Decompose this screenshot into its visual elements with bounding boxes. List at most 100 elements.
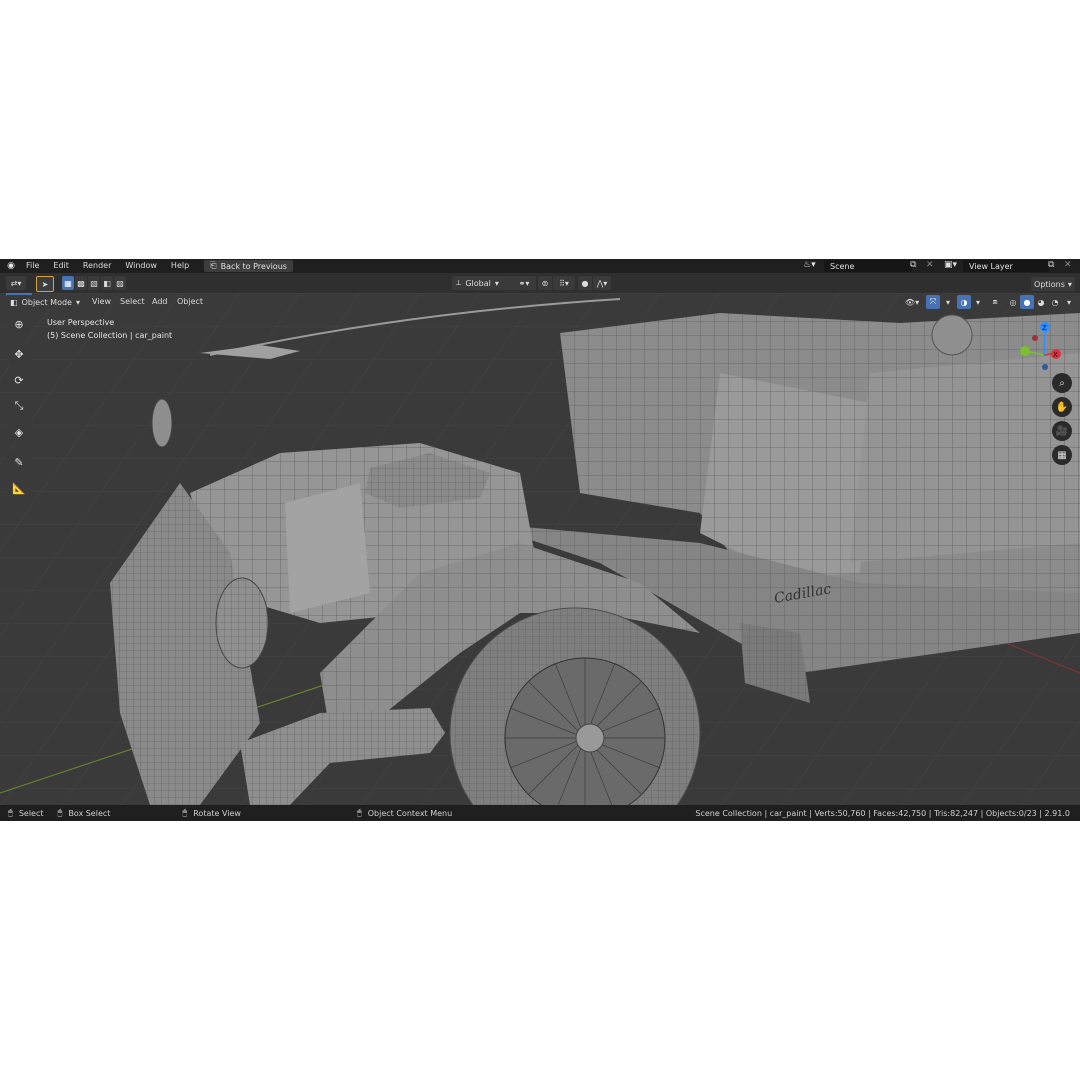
perspective-grid-icon[interactable]: ▦ bbox=[1052, 445, 1072, 465]
move-icon: ✥ bbox=[14, 347, 24, 361]
menu-edit[interactable]: Edit bbox=[46, 259, 76, 273]
perspective-label: User Perspective bbox=[47, 318, 115, 327]
new-scene-icon[interactable]: ⧉ bbox=[910, 260, 916, 270]
gizmo-x-label: X bbox=[1053, 351, 1058, 359]
gizmo-dropdown-icon[interactable]: ▾ bbox=[941, 295, 955, 309]
viewport-header: ◧ Object Mode ▾ View Select Add Object 👁… bbox=[0, 277, 1080, 311]
scale-icon: ⤡ bbox=[14, 399, 24, 412]
remove-scene-icon[interactable]: ✕ bbox=[926, 260, 934, 270]
crosshair-icon: ⊕ bbox=[14, 317, 24, 331]
chevron-down-icon: ▾ bbox=[1067, 279, 1072, 289]
menu-window[interactable]: Window bbox=[118, 259, 164, 273]
mode-invert-icon[interactable]: ◧ bbox=[101, 276, 113, 290]
select-menu[interactable]: Select bbox=[120, 297, 145, 306]
pan-hand-icon[interactable]: ✋ bbox=[1052, 397, 1072, 417]
transform-icon: ◈ bbox=[14, 425, 24, 439]
visibility-icon[interactable]: 👁▾ bbox=[900, 295, 924, 309]
object-mode-dropdown[interactable]: ◧ Object Mode ▾ bbox=[6, 295, 86, 309]
mode-extend-icon[interactable]: ▩ bbox=[75, 276, 87, 290]
status-bar: 🖱 Select 🖱 Box Select 🖱 Rotate View 🖱 Ob… bbox=[0, 805, 1080, 821]
options-label: Options bbox=[1034, 279, 1065, 289]
3d-cursor-tool[interactable]: ⊕ bbox=[6, 313, 32, 335]
chevron-down-icon: ▾ bbox=[75, 297, 80, 307]
rendered-shading-icon[interactable]: ◔ bbox=[1048, 295, 1062, 309]
material-shading-icon[interactable]: ◕ bbox=[1034, 295, 1048, 309]
3d-viewport[interactable]: Cadillac X Z ⊕ ✥ ⟳ ⤡ ◈ ✎ 📐 ⌕ ✋ 🎥 ▦ bbox=[0, 293, 1080, 805]
scene-statistics: Scene Collection | car_paint | Verts:50,… bbox=[695, 808, 1070, 818]
scene-render: Cadillac X Z bbox=[0, 293, 1080, 805]
mouse-right-icon: 🖱 bbox=[356, 808, 362, 817]
scale-tool[interactable]: ⤡ bbox=[6, 395, 32, 417]
new-view-layer-icon[interactable]: ⧉ bbox=[1048, 260, 1054, 270]
remove-view-layer-icon[interactable]: ✕ bbox=[1064, 260, 1072, 270]
mode-intersect-icon[interactable]: ▨ bbox=[114, 276, 126, 290]
chevron-down-icon: ▾ bbox=[494, 278, 499, 288]
mode-new-icon[interactable]: ▦ bbox=[62, 276, 74, 290]
transform-orientation-dropdown[interactable]: ⟂ Global ▾ bbox=[452, 276, 512, 290]
toolbar: ➤ ⊕ ✥ ⟳ ⤡ ◈ ✎ 📐 bbox=[6, 293, 34, 499]
scene-field[interactable]: Scene bbox=[824, 260, 912, 272]
blender-logo-icon[interactable]: ◉ bbox=[3, 259, 19, 273]
back-icon: ⎗ bbox=[210, 261, 217, 270]
measure-tool[interactable]: 📐 bbox=[6, 477, 32, 499]
menu-render[interactable]: Render bbox=[76, 259, 118, 273]
shading-dropdown-icon[interactable]: ▾ bbox=[1063, 295, 1075, 309]
back-to-previous-label: Back to Previous bbox=[220, 261, 287, 271]
wireframe-shading-icon[interactable]: ◎ bbox=[1006, 295, 1020, 309]
object-menu[interactable]: Object bbox=[177, 297, 203, 306]
add-menu[interactable]: Add bbox=[152, 297, 168, 306]
object-mode-label: Object Mode bbox=[21, 297, 72, 307]
engine-tank bbox=[285, 483, 370, 613]
scene-icon[interactable]: ♨▾ bbox=[803, 260, 816, 270]
gizmo-toggle-icon[interactable]: ⤧ bbox=[926, 295, 940, 309]
ruler-icon: 📐 bbox=[12, 481, 26, 495]
annotate-tool[interactable]: ✎ bbox=[6, 451, 32, 473]
snap-target-icon[interactable]: ⠿▾ bbox=[553, 276, 575, 290]
back-to-previous-button[interactable]: ⎗ Back to Previous bbox=[204, 260, 293, 272]
mouse-middle-icon: 🖱 bbox=[182, 808, 188, 817]
transform-tool[interactable]: ◈ bbox=[6, 421, 32, 443]
mouse-left-icon: 🖱 bbox=[8, 808, 13, 817]
navigation-tools: ⌕ ✋ 🎥 ▦ bbox=[1052, 373, 1072, 465]
options-dropdown[interactable]: Options ▾ bbox=[1031, 277, 1075, 291]
camera-icon[interactable]: 🎥 bbox=[1052, 421, 1072, 441]
solid-shading-icon[interactable]: ● bbox=[1020, 295, 1034, 309]
wheel-hub bbox=[575, 723, 605, 753]
view-layer-value: View Layer bbox=[969, 261, 1013, 271]
status-box-select-label: Box Select bbox=[68, 808, 111, 818]
rotate-tool[interactable]: ⟳ bbox=[6, 369, 32, 391]
editor-type-icon[interactable]: ⇄▾ bbox=[6, 276, 26, 290]
collection-label: (5) Scene Collection | car_paint bbox=[47, 331, 173, 340]
menu-file[interactable]: File bbox=[19, 259, 46, 273]
orientation-icon: ⟂ bbox=[456, 278, 462, 287]
select-tool-icon[interactable]: ➤ bbox=[36, 276, 54, 292]
orientation-label: Global bbox=[465, 278, 491, 288]
status-select-label: Select bbox=[18, 808, 44, 818]
status-context-menu-label: Object Context Menu bbox=[367, 808, 453, 818]
blender-window: ◉ File Edit Render Window Help ⎗ Back to… bbox=[0, 259, 1080, 821]
status-rotate-label: Rotate View bbox=[193, 808, 241, 818]
top-menu-bar: ◉ File Edit Render Window Help ⎗ Back to… bbox=[0, 259, 1080, 273]
pivot-point-icon[interactable]: ⚭▾ bbox=[512, 276, 536, 290]
view-layer-field[interactable]: View Layer bbox=[963, 260, 1049, 272]
falloff-icon[interactable]: ⋀▾ bbox=[593, 276, 611, 290]
mouse-drag-icon: 🖱 bbox=[57, 808, 63, 817]
view-menu[interactable]: View bbox=[92, 297, 111, 306]
xray-icon[interactable]: ⧈ bbox=[988, 295, 1002, 309]
rotate-icon: ⟳ bbox=[14, 373, 24, 387]
menu-help[interactable]: Help bbox=[164, 259, 196, 273]
snap-toggle-icon[interactable]: ⊚ bbox=[538, 276, 552, 290]
view-layer-icon[interactable]: ▣▾ bbox=[944, 260, 957, 270]
zoom-icon[interactable]: ⌕ bbox=[1052, 373, 1072, 393]
spare-wheel bbox=[931, 314, 973, 356]
scene-value: Scene bbox=[830, 261, 855, 271]
mode-subtract-icon[interactable]: ▧ bbox=[88, 276, 100, 290]
overlay-dropdown-icon[interactable]: ▾ bbox=[972, 295, 984, 309]
proportional-edit-icon[interactable]: ● bbox=[578, 276, 592, 290]
object-mode-icon: ◧ bbox=[10, 297, 18, 307]
gizmo-z-label: Z bbox=[1042, 324, 1047, 332]
gizmo-y-axis bbox=[1020, 346, 1030, 356]
overlay-toggle-icon[interactable]: ◑ bbox=[957, 295, 971, 309]
tool-header: ⇄▾ ➤ ▦ ▩ ▧ ◧ ▨ ⟂ Global ▾ ⚭▾ ⊚ ⠿▾ ● ⋀▾ bbox=[0, 273, 1080, 293]
move-tool[interactable]: ✥ bbox=[6, 343, 32, 365]
